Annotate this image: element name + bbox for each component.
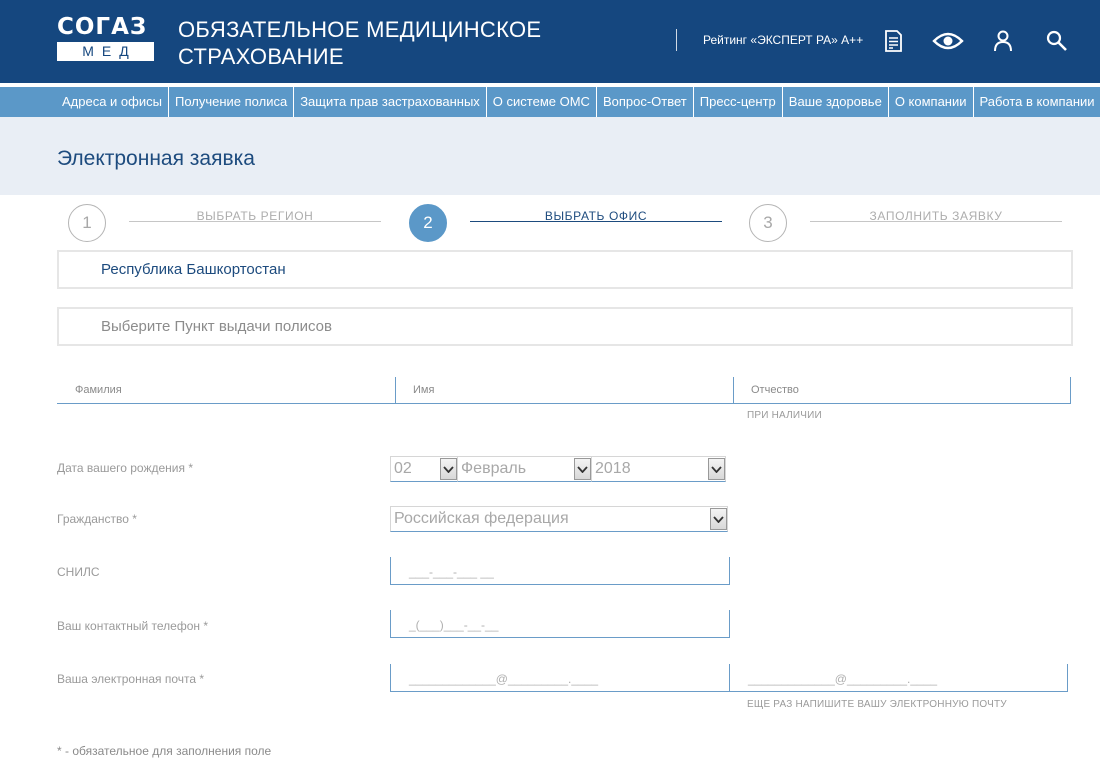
middle-name-field[interactable]: Отчество: [733, 377, 1071, 404]
birth-date-label: Дата вашего рождения *: [57, 461, 193, 475]
brand-title-line2: СТРАХОВАНИЕ: [178, 44, 344, 69]
birth-day-select[interactable]: 02: [390, 456, 458, 482]
main-nav-bar: Адреса и офисы Получение полиса Защита п…: [0, 87, 1100, 117]
citizenship-value: Российская федерация: [394, 510, 569, 527]
step-2-circle[interactable]: 2: [409, 204, 447, 242]
brand-title: ОБЯЗАТЕЛЬНОЕ МЕДИЦИНСКОЕ СТРАХОВАНИЕ: [178, 16, 541, 70]
chevron-down-icon: [710, 508, 727, 530]
office-select[interactable]: Выберите Пункт выдачи полисов: [57, 307, 1073, 346]
email-label: Ваша электронная почта *: [57, 672, 205, 686]
logo-bottom-text: МЕД: [57, 42, 154, 61]
nav-item-get-policy[interactable]: Получение полиса: [169, 87, 295, 117]
email-input[interactable]: _____________@_________.____: [390, 664, 730, 692]
email-confirm-input[interactable]: _____________@_________.____: [729, 664, 1068, 692]
header-divider: [676, 29, 677, 51]
birth-day-value: 02: [394, 460, 412, 477]
main-nav: Адреса и офисы Получение полиса Защита п…: [0, 83, 1100, 117]
nav-item-careers[interactable]: Работа в компании: [974, 87, 1100, 117]
nav-item-press[interactable]: Пресс-центр: [694, 87, 783, 117]
citizenship-label: Гражданство *: [57, 512, 137, 526]
title-band: Электронная заявка: [0, 117, 1100, 195]
middle-name-hint: ПРИ НАЛИЧИИ: [747, 410, 822, 421]
nav-item-faq[interactable]: Вопрос-Ответ: [597, 87, 694, 117]
brand-title-line1: ОБЯЗАТЕЛЬНОЕ МЕДИЦИНСКОЕ: [178, 17, 542, 42]
snils-input[interactable]: ___-___-___ __: [390, 557, 730, 585]
nav-item-oms-system[interactable]: О системе ОМС: [487, 87, 597, 117]
chevron-down-icon: [440, 458, 457, 480]
birth-year-value: 2018: [595, 460, 631, 477]
birth-month-select[interactable]: Февраль: [457, 456, 592, 482]
first-name-field[interactable]: Имя: [395, 377, 733, 404]
step-3-label[interactable]: ЗАПОЛНИТЬ ЗАЯВКУ: [810, 209, 1062, 223]
eye-icon[interactable]: [932, 27, 964, 55]
email-confirm-hint: ЕЩЕ РАЗ НАПИШИТЕ ВАШУ ЭЛЕКТРОННУЮ ПОЧТУ: [747, 699, 1007, 710]
step-1-circle[interactable]: 1: [68, 204, 106, 242]
chevron-down-icon: [708, 458, 725, 480]
phone-label: Ваш контактный телефон *: [57, 619, 209, 633]
chevron-down-icon: [574, 458, 591, 480]
required-footnote: * - обязательное для заполнения поле: [57, 744, 272, 758]
rating-text: Рейтинг «ЭКСПЕРТ РА» А++: [703, 33, 864, 47]
nav-item-about[interactable]: О компании: [889, 87, 974, 117]
page-title: Электронная заявка: [57, 147, 255, 170]
site-header: СОГАЗ МЕД ОБЯЗАТЕЛЬНОЕ МЕДИЦИНСКОЕ СТРАХ…: [0, 0, 1100, 83]
step-3-circle[interactable]: 3: [749, 204, 787, 242]
step-1-label[interactable]: ВЫБРАТЬ РЕГИОН: [129, 209, 381, 223]
step-2-label[interactable]: ВЫБРАТЬ ОФИС: [470, 209, 722, 223]
logo-top-text: СОГАЗ: [57, 14, 148, 40]
birth-month-value: Февраль: [461, 460, 527, 477]
last-name-field[interactable]: Фамилия: [57, 377, 395, 404]
region-select[interactable]: Республика Башкортостан: [57, 250, 1073, 289]
name-divider-3: [1070, 377, 1071, 404]
birth-year-select[interactable]: 2018: [591, 456, 726, 482]
snils-label: СНИЛС: [57, 565, 100, 579]
search-icon[interactable]: [1043, 27, 1071, 55]
nav-item-health[interactable]: Ваше здоровье: [783, 87, 889, 117]
document-icon[interactable]: [879, 27, 907, 55]
sogaz-med-logo[interactable]: СОГАЗ МЕД: [57, 16, 154, 62]
user-icon[interactable]: [989, 27, 1017, 55]
nav-item-addresses[interactable]: Адреса и офисы: [56, 87, 169, 117]
phone-input[interactable]: _(___)___-__-__: [390, 610, 730, 638]
nav-item-rights[interactable]: Защита прав застрахованных: [294, 87, 487, 117]
citizenship-select[interactable]: Российская федерация: [390, 506, 728, 532]
